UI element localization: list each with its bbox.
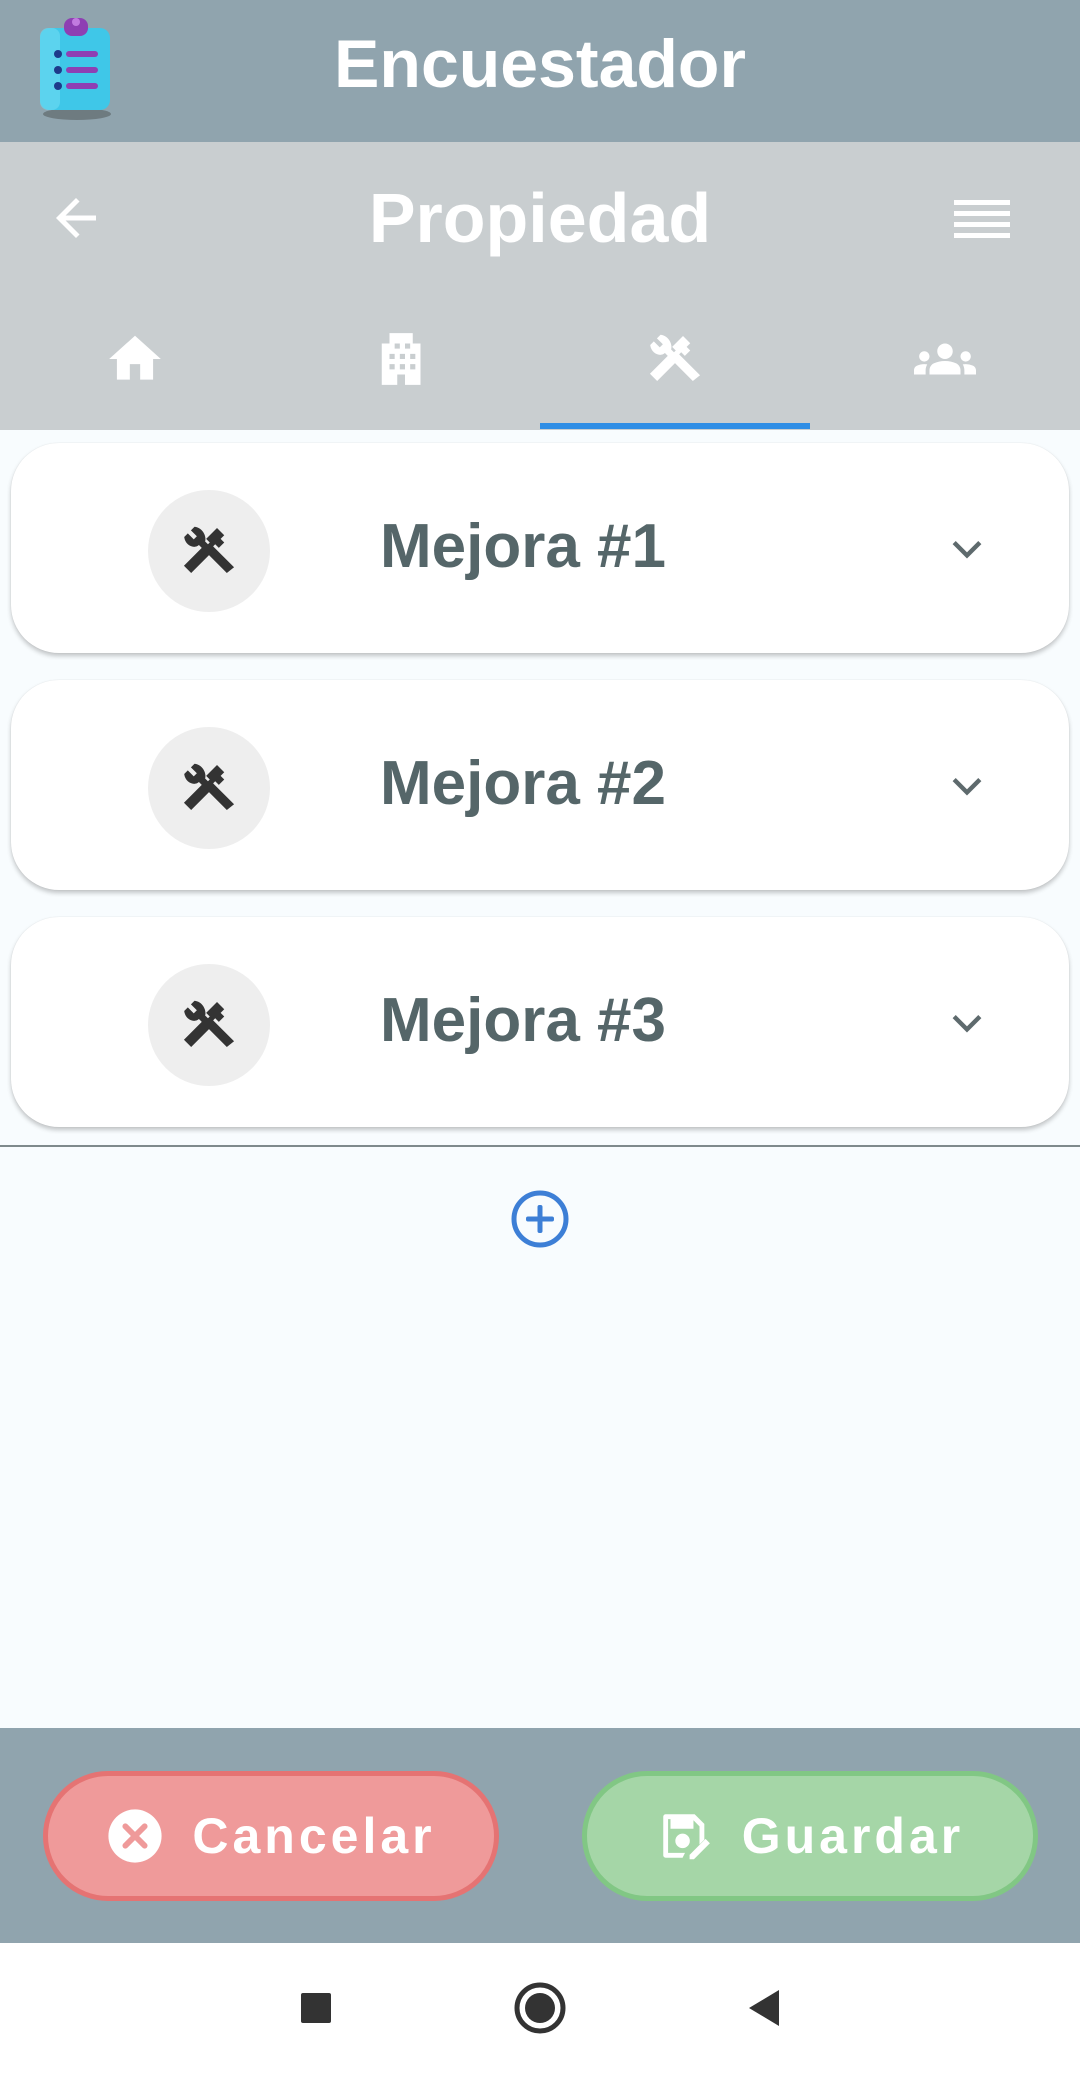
card-label: Mejora #3 xyxy=(380,986,667,1055)
card-avatar xyxy=(148,727,270,849)
tab-home[interactable] xyxy=(0,300,270,430)
menu-lines-icon[interactable] xyxy=(954,196,1010,244)
triangle-back-icon[interactable] xyxy=(735,1979,793,2037)
app-title: Encuestador xyxy=(334,26,746,102)
square-icon[interactable] xyxy=(287,1979,345,2037)
save-button[interactable]: Guardar xyxy=(582,1771,1038,1901)
tab-tools[interactable] xyxy=(540,300,810,430)
plus-circle-icon[interactable] xyxy=(510,1189,570,1249)
improvement-card[interactable]: Mejora #2 xyxy=(11,680,1069,890)
home-icon xyxy=(109,335,161,380)
chevron-down-icon[interactable] xyxy=(945,1001,989,1045)
card-label: Mejora #2 xyxy=(380,749,667,818)
cancel-button[interactable]: Cancelar xyxy=(43,1771,499,1901)
save-edit-icon xyxy=(662,1814,710,1860)
improvement-card[interactable]: Mejora #3 xyxy=(11,917,1069,1127)
system-nav-bar xyxy=(0,1943,1080,2073)
chevron-down-icon[interactable] xyxy=(945,527,989,571)
list-divider xyxy=(0,1145,1080,1147)
card-avatar xyxy=(148,490,270,612)
tab-people[interactable] xyxy=(810,300,1080,430)
building-icon xyxy=(381,333,421,385)
improvement-card[interactable]: Mejora #1 xyxy=(11,443,1069,653)
save-label: Guardar xyxy=(741,1808,965,1864)
circle-icon[interactable] xyxy=(511,1979,569,2037)
close-circle-icon xyxy=(108,1809,162,1863)
section-title: Propiedad xyxy=(368,179,712,257)
tools-icon xyxy=(183,1000,235,1047)
tab-building[interactable] xyxy=(270,300,540,430)
chevron-down-icon[interactable] xyxy=(945,764,989,808)
app-bar: Encuestador xyxy=(0,0,1080,142)
cancel-label: Cancelar xyxy=(192,1808,436,1864)
tools-icon xyxy=(183,526,235,573)
tools-icon xyxy=(183,763,235,810)
people-icon xyxy=(914,343,976,375)
card-label: Mejora #1 xyxy=(380,512,667,581)
active-tab-indicator xyxy=(540,423,810,429)
tools-icon xyxy=(649,334,701,381)
card-avatar xyxy=(148,964,270,1086)
